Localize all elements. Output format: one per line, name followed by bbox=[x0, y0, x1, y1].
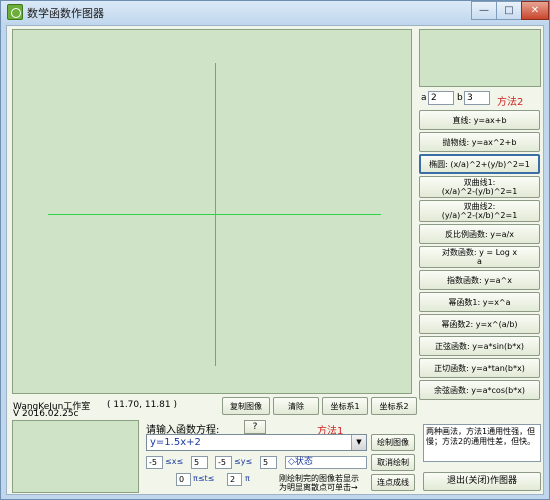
line-function-button[interactable]: 直线: y=ax+b bbox=[419, 110, 540, 130]
power2-function-button[interactable]: 幂函数2: y=x^(a/b) bbox=[419, 314, 540, 334]
preview-panel-top bbox=[419, 29, 541, 87]
method-notes: 两种画法，方法1通用性强，但慢；方法2的通用性差，但快。 bbox=[423, 424, 541, 462]
ellipse-function-button[interactable]: 椭圆: (x/a)^2+(y/b)^2=1 bbox=[419, 154, 540, 174]
minimize-button[interactable]: — bbox=[471, 1, 497, 20]
version-label: V 2016.02.25c bbox=[13, 409, 79, 419]
exit-button[interactable]: 退出(关闭)作图器 bbox=[423, 472, 541, 491]
title-bar[interactable]: 数学函数作图器 — □ ✕ bbox=[1, 1, 549, 23]
clear-button[interactable]: 清除 bbox=[273, 397, 319, 415]
hyperbola1-function-button[interactable]: 双曲线1: (x/a)^2-(y/b)^2=1 bbox=[419, 176, 540, 198]
param-b-label: b bbox=[457, 93, 463, 103]
y-axis-line bbox=[215, 63, 216, 366]
coordinate-readout: ( 11.70, 11.81 ) bbox=[107, 400, 177, 410]
sine-function-button[interactable]: 正弦函数: y=a*sin(b*x) bbox=[419, 336, 540, 356]
status-field[interactable]: ◇状态 bbox=[285, 456, 367, 469]
param-a-input[interactable]: 2 bbox=[428, 91, 454, 105]
preview-panel-bottom bbox=[12, 420, 139, 493]
hint-line2: 为明显离散点可单击→ bbox=[279, 483, 358, 492]
client-area: a 2 b 3 方法2 直线: y=ax+b 抛物线: y=ax^2+b 椭圆:… bbox=[6, 25, 544, 495]
log-function-button[interactable]: 对数函数: y = Log x a bbox=[419, 246, 540, 268]
y-max-input[interactable]: 5 bbox=[260, 456, 277, 469]
t-max-input[interactable]: 2 bbox=[227, 473, 242, 486]
power1-function-button[interactable]: 幂函数1: y=x^a bbox=[419, 292, 540, 312]
close-button[interactable]: ✕ bbox=[521, 1, 549, 20]
chevron-down-icon[interactable]: ▼ bbox=[351, 435, 366, 450]
method2-label: 方法2 bbox=[497, 97, 524, 108]
t-unit-label: π bbox=[245, 474, 250, 483]
function-select[interactable]: y=1.5x+2 ▼ bbox=[146, 434, 367, 451]
app-icon bbox=[7, 4, 23, 20]
hyperbola2-function-button[interactable]: 双曲线2: (y/a)^2-(x/b)^2=1 bbox=[419, 200, 540, 222]
copy-image-button[interactable]: 复制图像 bbox=[222, 397, 270, 415]
plot-canvas[interactable] bbox=[12, 29, 412, 394]
parabola-function-button[interactable]: 抛物线: y=ax^2+b bbox=[419, 132, 540, 152]
cosine-function-button[interactable]: 余弦函数: y=a*cos(b*x) bbox=[419, 380, 540, 400]
connect-points-button[interactable]: 连点成线 bbox=[371, 474, 415, 491]
y-range-label: ≤y≤ bbox=[234, 457, 253, 466]
x-max-input[interactable]: 5 bbox=[191, 456, 208, 469]
maximize-button[interactable]: □ bbox=[496, 1, 522, 20]
x-range-label: ≤x≤ bbox=[165, 457, 184, 466]
inverse-function-button[interactable]: 反比例函数: y=a/x bbox=[419, 224, 540, 244]
param-b-input[interactable]: 3 bbox=[464, 91, 490, 105]
y-min-input[interactable]: -5 bbox=[215, 456, 232, 469]
t-range-label: π≤t≤ bbox=[193, 474, 215, 483]
coord-system2-button[interactable]: 坐标系2 bbox=[371, 397, 417, 415]
param-a-label: a bbox=[421, 93, 427, 103]
help-button[interactable]: ? bbox=[244, 420, 266, 434]
app-window: 数学函数作图器 — □ ✕ a 2 b 3 方法2 直线: y=ax+b 抛物线… bbox=[0, 0, 550, 500]
coord-system1-button[interactable]: 坐标系1 bbox=[322, 397, 368, 415]
x-min-input[interactable]: -5 bbox=[146, 456, 163, 469]
draw-image-button[interactable]: 绘制图像 bbox=[371, 434, 415, 451]
t-min-input[interactable]: 0 bbox=[176, 473, 191, 486]
window-title: 数学函数作图器 bbox=[27, 7, 104, 20]
cancel-draw-button[interactable]: 取消绘制 bbox=[371, 454, 415, 471]
function-value: y=1.5x+2 bbox=[150, 437, 201, 448]
tangent-function-button[interactable]: 正切函数: y=a*tan(b*x) bbox=[419, 358, 540, 378]
exp-function-button[interactable]: 指数函数: y=a^x bbox=[419, 270, 540, 290]
